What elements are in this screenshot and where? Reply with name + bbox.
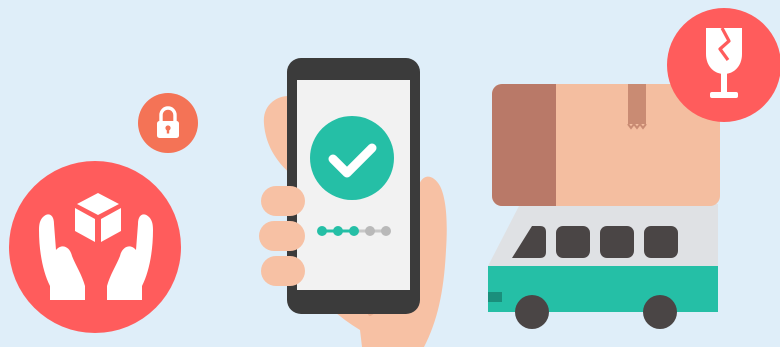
progress-dot-completed <box>333 226 343 236</box>
finger-3 <box>261 256 305 286</box>
fragile-badge <box>667 8 780 122</box>
truck-wheel <box>643 295 677 329</box>
progress-dot-pending <box>381 226 391 236</box>
truck-window <box>556 226 590 258</box>
lock-badge <box>138 93 198 153</box>
fingers <box>259 186 305 286</box>
progress-dot-completed <box>317 226 327 236</box>
delivery-illustration <box>9 8 780 347</box>
delivery-truck-icon <box>488 204 718 329</box>
checkmark-badge <box>310 116 394 200</box>
finger-1 <box>261 186 305 216</box>
truck-window <box>600 226 634 258</box>
truck-window <box>644 226 678 258</box>
progress-dot-pending <box>365 226 375 236</box>
truck-wheel <box>515 295 549 329</box>
delivery-illustration-scene <box>0 0 780 347</box>
finger-2 <box>259 221 305 251</box>
progress-dot-completed <box>349 226 359 236</box>
smartphone <box>287 58 420 314</box>
delivery-truck <box>488 84 720 329</box>
care-badge <box>9 161 181 333</box>
